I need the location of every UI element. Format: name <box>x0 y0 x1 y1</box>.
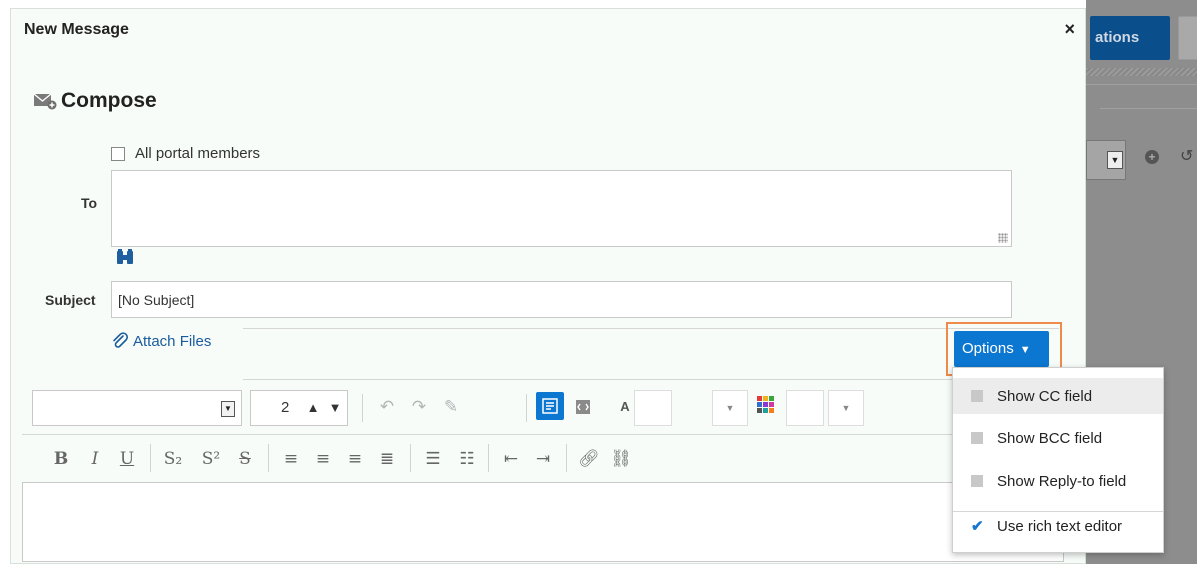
caret-down-icon: ▼ <box>1019 344 1031 356</box>
undo-icon: ↺ <box>1180 148 1194 165</box>
background-divider <box>1086 84 1197 85</box>
new-message-dialog: New Message × Compose All portal members… <box>10 8 1086 564</box>
subject-label: Subject <box>45 292 96 308</box>
unlink-icon[interactable]: ⛓︎ <box>608 446 634 472</box>
message-body-editor[interactable] <box>22 482 1064 562</box>
toolbar-separator <box>488 444 489 472</box>
binoculars-icon[interactable] <box>116 249 134 265</box>
background-button-label: ations <box>1095 29 1140 46</box>
compose-heading: Compose <box>33 89 157 113</box>
background-color-field[interactable] <box>786 390 824 426</box>
menu-item-label: Show CC field <box>997 387 1093 405</box>
divider <box>22 434 1064 435</box>
chevron-down-icon: ▼ <box>221 401 235 417</box>
link-icon[interactable]: 🔗︎ <box>576 446 602 472</box>
to-field[interactable] <box>111 170 1012 247</box>
indent-icon[interactable]: ⇥ <box>530 446 556 472</box>
font-size-stepper[interactable]: 2 ▲ ▼ <box>250 390 348 426</box>
dialog-title: New Message <box>24 21 129 38</box>
align-right-icon[interactable]: ≡ <box>342 446 368 472</box>
attach-files-label: Attach Files <box>133 332 212 350</box>
menu-item-show-reply-to[interactable]: Show Reply-to field <box>953 463 1163 499</box>
editor-toolbar-format: B I U S₂ S² S ≡ ≡ ≡ ≣ ☰ ☷ ⇤ ⇥ 🔗︎ ⛓︎ <box>22 440 1064 480</box>
undo-icon[interactable]: ↶ <box>374 394 400 420</box>
unchecked-icon <box>971 432 983 444</box>
menu-item-label: Show Reply-to field <box>997 472 1127 490</box>
compose-mail-icon <box>33 92 57 110</box>
chevron-down-icon[interactable]: ▼ <box>325 395 345 421</box>
chevron-down-icon: ▼ <box>1107 151 1123 169</box>
toolbar-separator <box>150 444 151 472</box>
options-label: Options <box>962 340 1014 357</box>
menu-item-show-cc[interactable]: Show CC field <box>953 378 1163 414</box>
source-mode-icon[interactable] <box>570 394 596 420</box>
font-color-field[interactable] <box>634 390 672 426</box>
redo-icon[interactable]: ↷ <box>406 394 432 420</box>
all-members-row: All portal members <box>111 145 260 162</box>
align-center-icon[interactable]: ≡ <box>310 446 336 472</box>
all-members-label: All portal members <box>135 145 261 162</box>
font-family-select[interactable]: ▼ <box>32 390 242 426</box>
unchecked-icon <box>971 390 983 402</box>
background-button: ations <box>1090 16 1170 60</box>
paperclip-icon <box>111 332 129 350</box>
toolbar-separator <box>410 444 411 472</box>
divider <box>243 379 1059 380</box>
editor-toolbar-top: ▼ 2 ▲ ▼ ↶ ↷ ✎ A ▼ ▼ <box>22 386 1064 426</box>
strikethrough-icon[interactable]: S <box>232 446 258 472</box>
outdent-icon[interactable]: ⇤ <box>498 446 524 472</box>
unchecked-icon <box>971 475 983 487</box>
menu-item-label: Show BCC field <box>997 429 1103 447</box>
toolbar-separator <box>526 394 527 422</box>
toolbar-separator <box>362 394 363 422</box>
background-color-icon[interactable] <box>752 394 778 420</box>
subscript-icon[interactable]: S₂ <box>160 446 186 472</box>
options-menu: Show CC field Show BCC field Show Reply-… <box>952 367 1164 553</box>
options-button[interactable]: Options ▼ <box>954 331 1049 367</box>
compose-title: Compose <box>61 89 157 112</box>
clear-format-icon[interactable]: ✎ <box>438 394 464 420</box>
superscript-icon[interactable]: S² <box>198 446 224 472</box>
resize-handle-icon[interactable] <box>998 233 1008 243</box>
rich-text-mode-icon[interactable] <box>536 392 564 420</box>
italic-icon[interactable]: I <box>82 446 108 472</box>
menu-item-label: Use rich text editor <box>997 517 1123 535</box>
add-icon: + <box>1145 150 1159 164</box>
chevron-down-icon[interactable]: ▼ <box>712 390 748 426</box>
chevron-up-icon[interactable]: ▲ <box>303 395 323 421</box>
all-members-checkbox[interactable] <box>111 146 125 161</box>
divider <box>243 328 1059 329</box>
bold-icon[interactable]: B <box>48 446 74 472</box>
numbered-list-icon[interactable]: ☷ <box>454 446 480 472</box>
background-divider <box>1100 108 1197 109</box>
justify-icon[interactable]: ≣ <box>374 446 400 472</box>
toolbar-separator <box>566 444 567 472</box>
subject-input[interactable] <box>111 281 1012 318</box>
menu-item-rich-text[interactable]: ✔ Use rich text editor <box>953 508 1163 544</box>
background-select: ▼ <box>1086 140 1126 180</box>
attach-files-link[interactable]: Attach Files <box>111 332 211 350</box>
background-button-secondary <box>1178 16 1197 60</box>
background-strip <box>1086 68 1197 76</box>
align-left-icon[interactable]: ≡ <box>278 446 304 472</box>
bullet-list-icon[interactable]: ☰ <box>420 446 446 472</box>
font-size-value: 2 <box>281 399 290 416</box>
toolbar-separator <box>268 444 269 472</box>
dialog-header: New Message × <box>11 9 1085 51</box>
underline-icon[interactable]: U <box>114 446 140 472</box>
checkmark-icon: ✔ <box>971 518 984 535</box>
close-button[interactable]: × <box>1064 19 1075 40</box>
to-label: To <box>81 195 98 211</box>
chevron-down-icon[interactable]: ▼ <box>828 390 864 426</box>
menu-item-show-bcc[interactable]: Show BCC field <box>953 420 1163 456</box>
